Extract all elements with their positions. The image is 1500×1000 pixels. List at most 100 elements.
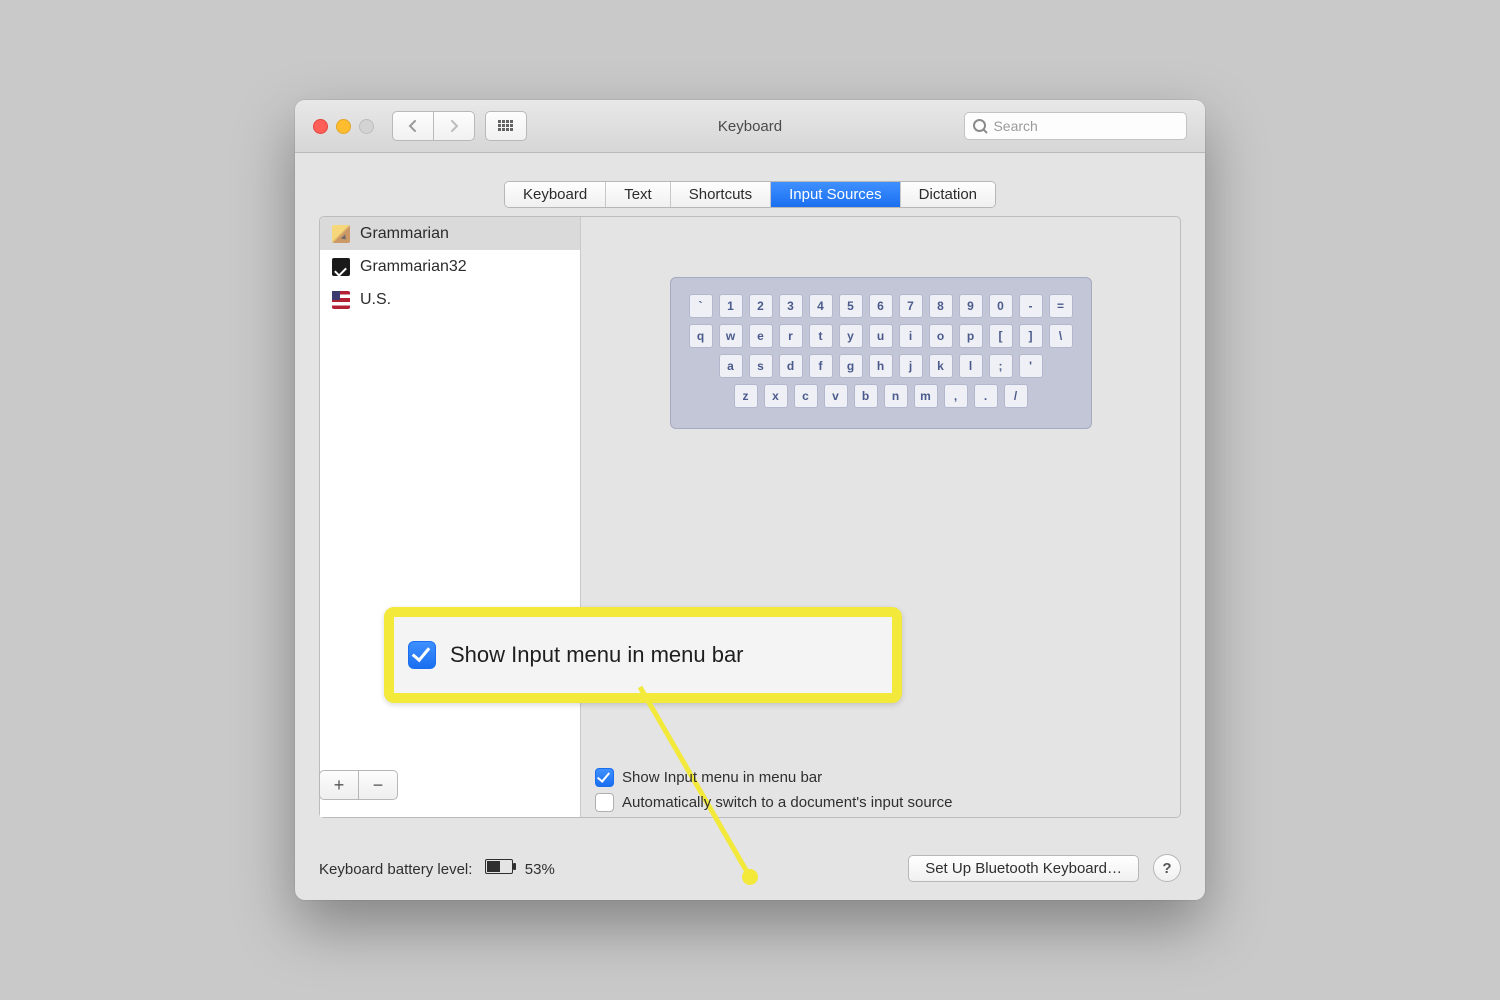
zoom-button: [359, 119, 374, 134]
key: l: [959, 354, 983, 378]
key: x: [764, 384, 788, 408]
tab-keyboard[interactable]: Keyboard: [505, 182, 606, 207]
back-button[interactable]: [392, 111, 434, 141]
key: z: [734, 384, 758, 408]
key: ;: [989, 354, 1013, 378]
key: 0: [989, 294, 1013, 318]
key: j: [899, 354, 923, 378]
key: k: [929, 354, 953, 378]
source-label: Grammarian32: [360, 258, 467, 276]
keyboard-row: `1234567890-=: [689, 294, 1073, 318]
battery-icon: [485, 859, 513, 874]
source-row[interactable]: Grammarian: [320, 217, 580, 250]
source-label: Grammarian: [360, 225, 449, 243]
key: ,: [944, 384, 968, 408]
keyboard-preview: `1234567890-=qwertyuiop[]\asdfghjkl;'zxc…: [581, 217, 1180, 817]
callout-checkbox: [408, 641, 436, 669]
help-button[interactable]: ?: [1153, 854, 1181, 882]
dark-icon: [332, 258, 350, 276]
key: =: [1049, 294, 1073, 318]
close-button[interactable]: [313, 119, 328, 134]
source-label: U.S.: [360, 291, 391, 309]
sources-list: Grammarian Grammarian32 U.S.: [320, 217, 581, 817]
key: 6: [869, 294, 893, 318]
key: /: [1004, 384, 1028, 408]
auto-switch-option[interactable]: Automatically switch to a document's inp…: [595, 793, 953, 812]
key: 2: [749, 294, 773, 318]
search-input[interactable]: [991, 117, 1178, 135]
tab-dictation[interactable]: Dictation: [901, 182, 995, 207]
option-label: Automatically switch to a document's inp…: [622, 794, 953, 811]
key: a: [719, 354, 743, 378]
key: b: [854, 384, 878, 408]
key: q: [689, 324, 713, 348]
key: 9: [959, 294, 983, 318]
key: v: [824, 384, 848, 408]
pencil-icon: [332, 225, 350, 243]
search-field[interactable]: [964, 112, 1187, 140]
key: \: [1049, 324, 1073, 348]
footer: Keyboard battery level: 53% Set Up Bluet…: [319, 854, 1181, 882]
key: 3: [779, 294, 803, 318]
show-input-menu-option[interactable]: Show Input menu in menu bar: [595, 768, 953, 787]
key: g: [839, 354, 863, 378]
key: h: [869, 354, 893, 378]
key: d: [779, 354, 803, 378]
key: -: [1019, 294, 1043, 318]
keyboard-row: asdfghjkl;': [719, 354, 1043, 378]
key: y: [839, 324, 863, 348]
titlebar: Keyboard: [295, 100, 1205, 153]
key: 1: [719, 294, 743, 318]
battery-label: Keyboard battery level:: [319, 861, 472, 878]
key: 5: [839, 294, 863, 318]
keyboard-layout: `1234567890-=qwertyuiop[]\asdfghjkl;'zxc…: [670, 277, 1092, 429]
highlight-callout: Show Input menu in menu bar: [384, 607, 902, 703]
key: [: [989, 324, 1013, 348]
battery-percent: 53%: [525, 861, 555, 878]
key: .: [974, 384, 998, 408]
keyboard-row: zxcvbnm,./: [734, 384, 1028, 408]
key: n: [884, 384, 908, 408]
tab-bar: KeyboardTextShortcutsInput SourcesDictat…: [295, 181, 1205, 208]
battery-status: Keyboard battery level: 53%: [319, 859, 555, 878]
key: ': [1019, 354, 1043, 378]
nav-buttons: [392, 111, 475, 141]
source-row[interactable]: Grammarian32: [320, 250, 580, 283]
chevron-right-icon: [449, 120, 459, 132]
callout-label: Show Input menu in menu bar: [450, 642, 744, 668]
options: Show Input menu in menu bar Automaticall…: [595, 768, 953, 818]
source-row[interactable]: U.S.: [320, 283, 580, 316]
us-icon: [332, 291, 350, 309]
key: s: [749, 354, 773, 378]
minimize-button[interactable]: [336, 119, 351, 134]
key: `: [689, 294, 713, 318]
key: ]: [1019, 324, 1043, 348]
remove-source-button[interactable]: −: [359, 770, 398, 800]
chevron-left-icon: [408, 120, 418, 132]
checkbox-icon: [595, 793, 614, 812]
key: 4: [809, 294, 833, 318]
bluetooth-keyboard-button[interactable]: Set Up Bluetooth Keyboard…: [908, 855, 1139, 882]
key: p: [959, 324, 983, 348]
search-icon: [973, 119, 985, 133]
key: t: [809, 324, 833, 348]
checkbox-icon: [595, 768, 614, 787]
forward-button[interactable]: [434, 111, 475, 141]
show-all-button[interactable]: [485, 111, 527, 141]
key: u: [869, 324, 893, 348]
tab-input-sources[interactable]: Input Sources: [771, 182, 901, 207]
key: e: [749, 324, 773, 348]
window-controls: [313, 119, 374, 134]
key: o: [929, 324, 953, 348]
key: i: [899, 324, 923, 348]
key: 8: [929, 294, 953, 318]
tab-text[interactable]: Text: [606, 182, 671, 207]
option-label: Show Input menu in menu bar: [622, 769, 822, 786]
key: w: [719, 324, 743, 348]
key: f: [809, 354, 833, 378]
add-remove-buttons: + −: [319, 770, 398, 800]
content-panel: Grammarian Grammarian32 U.S. `1234567890-=…: [319, 216, 1181, 818]
add-source-button[interactable]: +: [319, 770, 359, 800]
tab-shortcuts[interactable]: Shortcuts: [671, 182, 771, 207]
key: r: [779, 324, 803, 348]
